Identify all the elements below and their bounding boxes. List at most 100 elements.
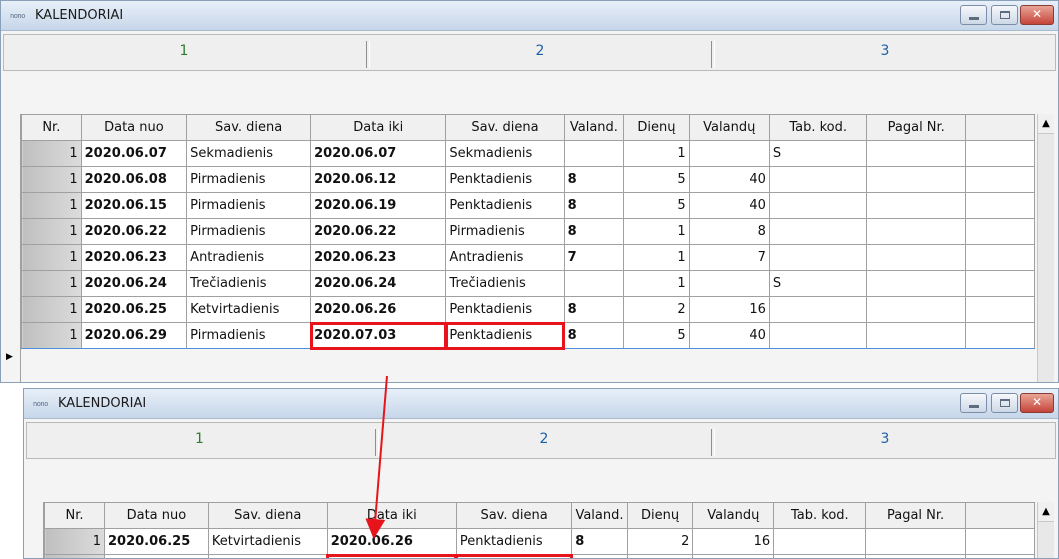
cell-days[interactable]: 5 — [623, 192, 690, 219]
column-header-weekday-to[interactable]: Sav. diena — [445, 114, 565, 141]
cell-date-from[interactable]: 2020.06.08 — [80, 166, 188, 193]
cell-nr[interactable]: 1 — [44, 528, 105, 555]
column-header-hours-total[interactable]: Valandų — [688, 114, 770, 141]
cell-hours-total[interactable] — [688, 140, 770, 167]
table-row[interactable]: 12020.06.29Pirmadienis2020.06.30Antradie… — [44, 553, 1036, 558]
tab-2[interactable]: 2 — [379, 423, 709, 458]
cell-date-to[interactable]: 2020.06.26 — [310, 296, 447, 323]
cell-weekday-from[interactable]: Ketvirtadienis — [186, 296, 312, 323]
cell-weekday-to[interactable]: Penktadienis — [455, 528, 573, 555]
scroll-up-arrow-icon[interactable]: ▲ — [1038, 114, 1054, 134]
cell-hours-per-day[interactable] — [563, 140, 625, 167]
cell-days[interactable]: 2 — [626, 528, 694, 555]
column-header-date-to[interactable]: Data iki — [326, 502, 457, 529]
table-row[interactable]: 1 2020.06.22 Pirmadienis 2020.06.22 Pirmadie… — [21, 218, 1035, 245]
cell-nr[interactable]: 1 — [21, 270, 82, 297]
cell-hours-per-day[interactable]: 8 — [563, 192, 625, 219]
cell-by-number[interactable] — [866, 244, 967, 271]
cell-hours-per-day[interactable]: 8 — [563, 218, 625, 245]
cell-days[interactable]: 1 — [623, 270, 690, 297]
column-header-date-from[interactable]: Data nuo — [80, 114, 188, 141]
column-header-by-number[interactable]: Pagal Nr. — [865, 502, 966, 529]
cell-by-number[interactable] — [866, 218, 967, 245]
cell-hours-total[interactable]: 16 — [692, 528, 775, 555]
vertical-scrollbar[interactable]: ▲ — [1037, 114, 1054, 382]
column-header-days[interactable]: Dienų — [623, 114, 690, 141]
cell-date-to[interactable]: 2020.06.30 — [326, 553, 458, 558]
cell-nr[interactable]: 1 — [21, 296, 82, 323]
cell-tab-code[interactable] — [773, 554, 867, 558]
cell-weekday-from[interactable]: Pirmadienis — [186, 218, 312, 245]
table-row[interactable]: 1 2020.06.29 Pirmadienis 2020.07.03 Penktadi… — [21, 321, 1035, 350]
cell-weekday-to[interactable]: Pirmadienis — [445, 218, 565, 245]
cell-by-number[interactable] — [866, 166, 967, 193]
cell-days[interactable]: 5 — [623, 166, 690, 193]
tab-3[interactable]: 3 — [715, 35, 1055, 70]
cell-nr[interactable]: 1 — [21, 140, 82, 167]
cell-days[interactable]: 1 — [623, 218, 690, 245]
cell-extra[interactable] — [964, 528, 1036, 555]
minimize-button[interactable] — [960, 5, 987, 25]
cell-hours-total[interactable]: 16 — [688, 296, 770, 323]
cell-date-to[interactable]: 2020.06.22 — [310, 218, 447, 245]
cell-weekday-from[interactable]: Pirmadienis — [186, 166, 312, 193]
cell-weekday-from[interactable]: Sekmadienis — [186, 140, 312, 167]
cell-hours-total[interactable]: 40 — [688, 322, 770, 349]
cell-tab-code[interactable] — [768, 218, 868, 245]
table-row[interactable]: 1 2020.06.08 Pirmadienis 2020.06.12 Penktadi… — [21, 166, 1035, 193]
column-header-extra[interactable] — [965, 114, 1035, 141]
maximize-button[interactable] — [991, 5, 1018, 25]
cell-days[interactable]: 1 — [623, 140, 690, 167]
cell-by-number[interactable] — [865, 528, 966, 555]
cell-date-to[interactable]: 2020.06.12 — [310, 166, 447, 193]
column-header-nr[interactable]: Nr. — [21, 114, 82, 141]
cell-hours-per-day[interactable]: 7 — [563, 244, 625, 271]
cell-weekday-from[interactable]: Pirmadienis — [186, 322, 312, 349]
table-row[interactable]: 1 2020.06.24 Trečiadienis 2020.06.24 Trečiad… — [21, 270, 1035, 297]
table-row[interactable]: 1 2020.06.23 Antradienis 2020.06.23 Antradie… — [21, 244, 1035, 271]
cell-weekday-to[interactable]: Penktadienis — [444, 321, 566, 350]
cell-tab-code[interactable] — [768, 166, 868, 193]
column-header-weekday-from[interactable]: Sav. diena — [207, 502, 328, 529]
cell-weekday-from[interactable]: Antradienis — [186, 244, 312, 271]
cell-extra[interactable] — [965, 322, 1035, 349]
column-header-hours-per-day[interactable]: Valand. — [563, 114, 625, 141]
cell-weekday-from[interactable]: Pirmadienis — [186, 192, 312, 219]
cell-date-from[interactable]: 2020.06.15 — [80, 192, 188, 219]
cell-date-from[interactable]: 2020.06.07 — [80, 140, 188, 167]
cell-hours-per-day[interactable]: 8 — [563, 296, 625, 323]
cell-tab-code[interactable] — [768, 244, 868, 271]
title-bar[interactable]: nono KALENDORIAI ✕ — [24, 389, 1058, 419]
cell-weekday-to[interactable]: Penktadienis — [445, 296, 565, 323]
cell-extra[interactable] — [965, 192, 1035, 219]
cell-days[interactable]: 2 — [626, 554, 694, 558]
cell-extra[interactable] — [965, 270, 1035, 297]
cell-nr[interactable]: 1 — [21, 322, 82, 349]
close-button[interactable]: ✕ — [1020, 5, 1054, 25]
cell-extra[interactable] — [965, 244, 1035, 271]
cell-weekday-to[interactable]: Antradienis — [455, 553, 573, 558]
column-header-weekday-from[interactable]: Sav. diena — [186, 114, 312, 141]
cell-extra[interactable] — [965, 218, 1035, 245]
table-row[interactable]: 1 2020.06.07 Sekmadienis 2020.06.07 Sekmadie… — [21, 140, 1035, 167]
cell-tab-code[interactable] — [768, 192, 868, 219]
cell-by-number[interactable] — [866, 270, 967, 297]
cell-hours-per-day[interactable]: 8 — [563, 166, 625, 193]
table-row[interactable]: 1 2020.06.15 Pirmadienis 2020.06.19 Penktadi… — [21, 192, 1035, 219]
cell-hours-per-day[interactable]: 8 — [571, 528, 628, 555]
table-row[interactable]: 1 2020.06.25 Ketvirtadienis 2020.06.26 Penkt… — [44, 528, 1036, 555]
cell-hours-total[interactable]: 40 — [688, 166, 770, 193]
cell-tab-code[interactable] — [768, 296, 868, 323]
column-header-extra[interactable] — [964, 502, 1036, 529]
cell-tab-code[interactable]: S — [768, 140, 868, 167]
cell-hours-per-day[interactable]: 8 — [563, 322, 625, 349]
column-header-date-to[interactable]: Data iki — [310, 114, 447, 141]
column-header-nr[interactable]: Nr. — [44, 502, 105, 529]
close-button[interactable]: ✕ — [1020, 393, 1054, 413]
cell-days[interactable]: 5 — [623, 322, 690, 349]
cell-date-from[interactable]: 2020.06.25 — [80, 296, 188, 323]
cell-nr[interactable]: 1 — [21, 192, 82, 219]
cell-nr[interactable]: 1 — [21, 244, 82, 271]
cell-date-from[interactable]: 2020.06.25 — [104, 528, 209, 555]
cell-weekday-to[interactable]: Penktadienis — [445, 192, 565, 219]
